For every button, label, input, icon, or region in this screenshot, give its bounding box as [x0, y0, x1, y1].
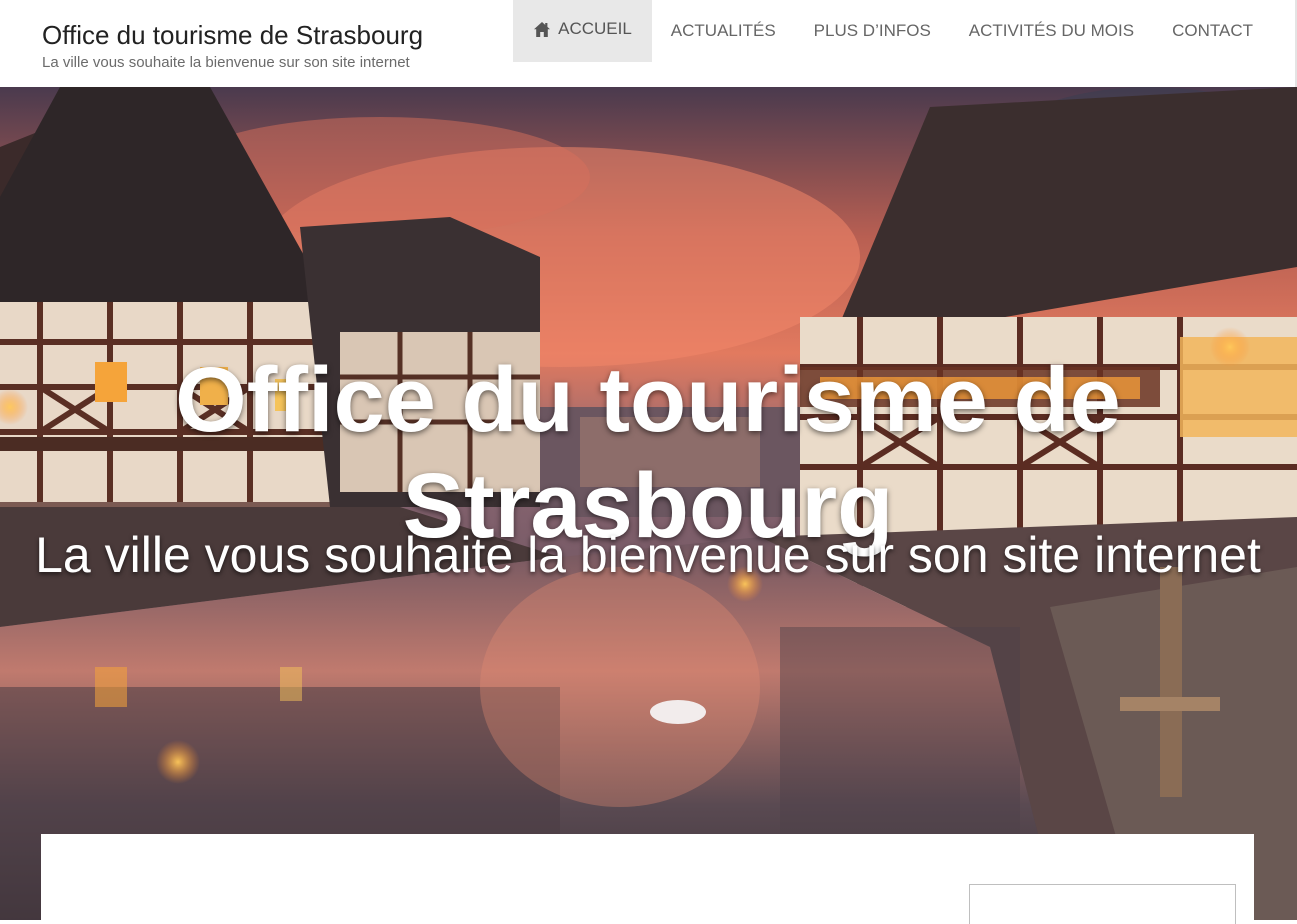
nav-item-accueil[interactable]: ACCUEIL: [513, 0, 652, 62]
content-panel: [41, 834, 1254, 924]
home-icon: [533, 21, 551, 38]
nav-item-label: ACTUALITÉS: [670, 21, 776, 40]
nav-item-label: ACTIVITÉS DU MOIS: [968, 21, 1135, 40]
sidebar-widget: [969, 884, 1236, 924]
nav-item-actualites[interactable]: ACTUALITÉS: [652, 0, 795, 62]
site-tagline: La ville vous souhaite la bienvenue sur …: [42, 54, 410, 71]
nav-item-label: ACCUEIL: [558, 19, 632, 38]
main-nav: ACCUEIL ACTUALITÉS PLUS D’INFOS ACTIVITÉ…: [513, 0, 1272, 62]
nav-item-activites-du-mois[interactable]: ACTIVITÉS DU MOIS: [950, 0, 1153, 62]
hero-banner: Office du tourisme de Strasbourg La vill…: [0, 87, 1297, 920]
brand: Office du tourisme de Strasbourg La vill…: [42, 18, 423, 71]
nav-item-plus-infos[interactable]: PLUS D’INFOS: [795, 0, 950, 62]
nav-item-contact[interactable]: CONTACT: [1153, 0, 1272, 62]
site-title[interactable]: Office du tourisme de Strasbourg: [42, 18, 423, 52]
hero-subtitle: La ville vous souhaite la bienvenue sur …: [35, 527, 1261, 583]
nav-item-label: CONTACT: [1172, 21, 1253, 40]
site-header: Office du tourisme de Strasbourg La vill…: [0, 0, 1297, 87]
nav-item-label: PLUS D’INFOS: [813, 21, 931, 40]
